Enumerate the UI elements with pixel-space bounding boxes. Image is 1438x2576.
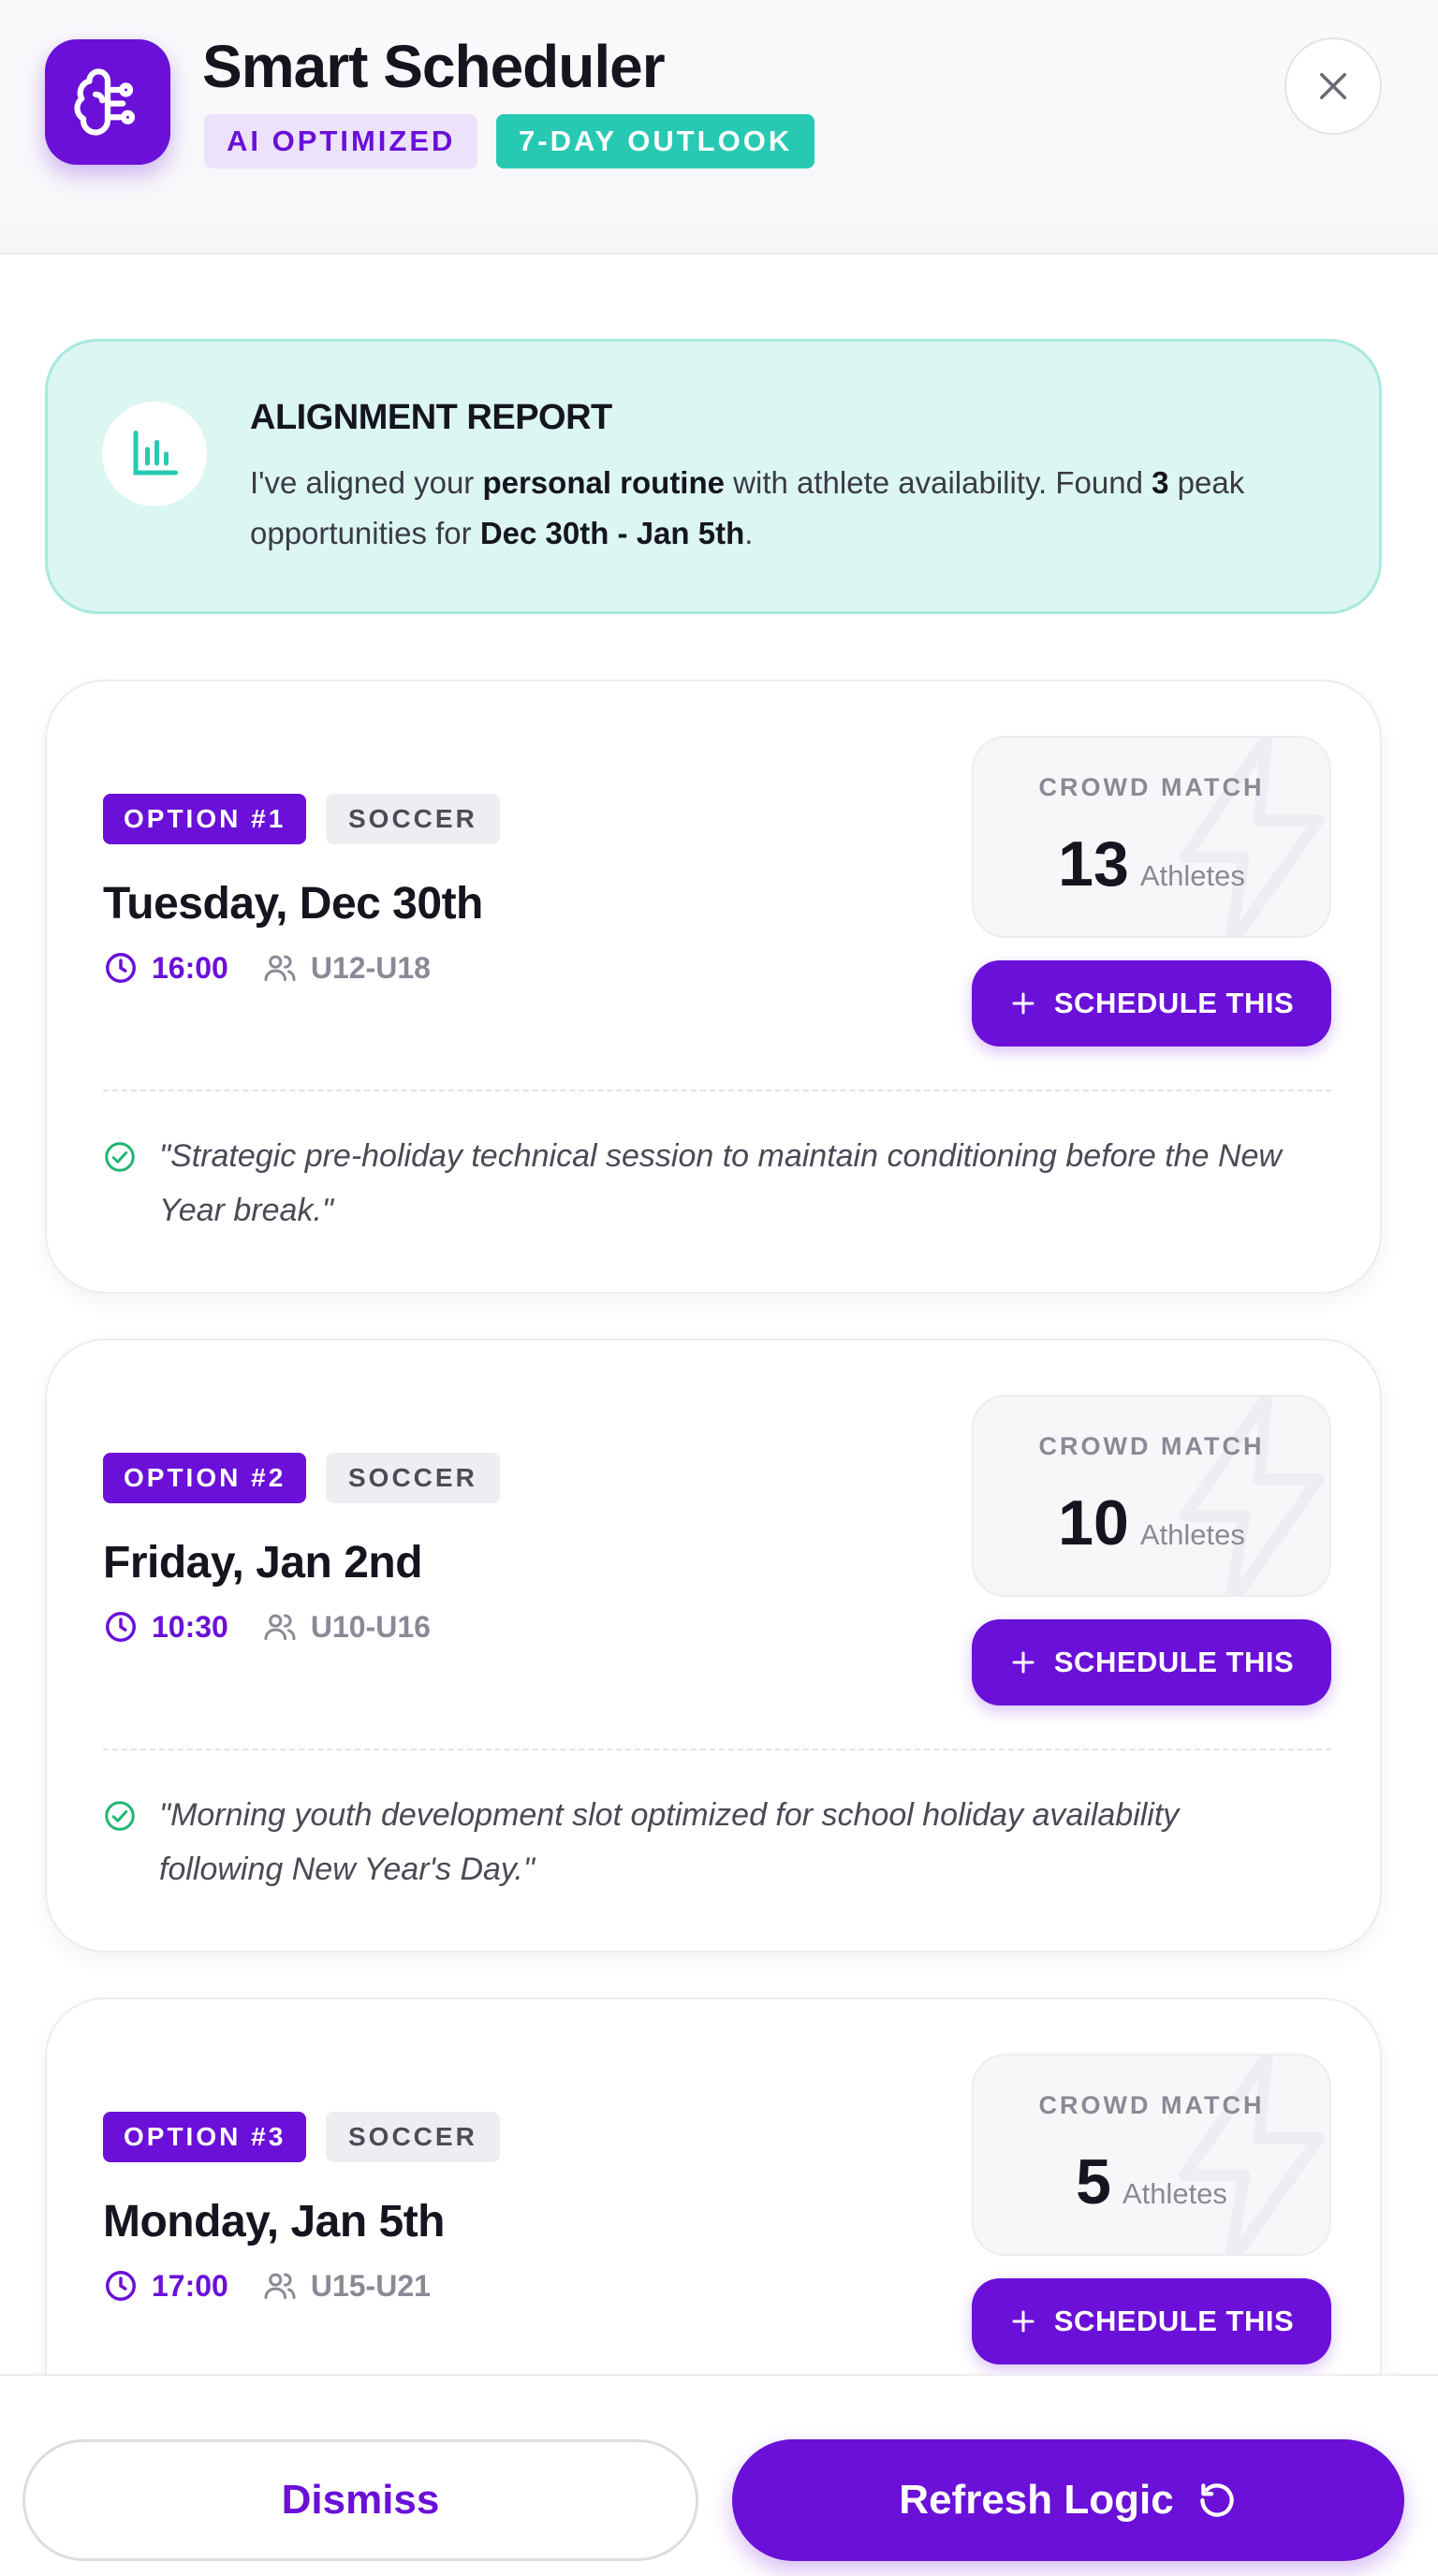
athlete-count: 13 (1058, 828, 1129, 900)
plus-icon (1012, 2310, 1034, 2333)
schedule-button-label: SCHEDULE THIS (1053, 1646, 1295, 1678)
athlete-count: 10 (1058, 1487, 1129, 1559)
option-time: 10:30 (152, 1609, 228, 1644)
ai-optimized-badge: AI OPTIMIZED (204, 114, 478, 168)
option-date: Tuesday, Dec 30th (103, 879, 483, 929)
divider (103, 1090, 1331, 1091)
option-rationale: "Strategic pre-holiday technical session… (159, 1138, 1282, 1228)
close-icon (1320, 73, 1346, 99)
clock-icon (106, 953, 136, 983)
option-rationale: "Morning youth development slot optimize… (159, 1797, 1180, 1887)
schedule-this-button[interactable]: SCHEDULE THIS (972, 1619, 1331, 1705)
athlete-unit: Athletes (1122, 2177, 1227, 2210)
crowd-match-label: CROWD MATCH (1038, 2091, 1265, 2119)
option-age-range: U15-U21 (310, 2268, 431, 2303)
dismiss-button[interactable]: Dismiss (22, 2439, 698, 2561)
refresh-button-label: Refresh Logic (899, 2477, 1174, 2523)
crowd-match-box: CROWD MATCH 5 Athletes (972, 2054, 1331, 2256)
option-card-2: OPTION #2 SOCCER Friday, Jan 2nd 10:30 U… (45, 1339, 1382, 1953)
plus-icon (1012, 992, 1034, 1015)
clock-icon (106, 1612, 136, 1642)
athlete-unit: Athletes (1139, 1518, 1245, 1551)
crowd-match-value: 5 Athletes (974, 2145, 1329, 2218)
report-title: ALIGNMENT REPORT (250, 398, 612, 437)
sport-badge: SOCCER (326, 1453, 500, 1503)
clock-icon (106, 2271, 136, 2301)
option-meta: 17:00 U15-U21 (103, 2263, 431, 2308)
option-badge: OPTION #2 (103, 1453, 307, 1503)
footer-action-bar: Dismiss Refresh Logic (0, 2374, 1438, 2576)
divider (103, 1749, 1331, 1750)
option-date: Monday, Jan 5th (103, 2197, 446, 2247)
option-time: 17:00 (152, 2268, 228, 2303)
check-circle-icon (105, 1142, 135, 1172)
schedule-this-button[interactable]: SCHEDULE THIS (972, 2278, 1331, 2364)
crowd-match-value: 13 Athletes (974, 827, 1329, 900)
crowd-match-label: CROWD MATCH (1038, 773, 1265, 801)
header: Smart Scheduler AI OPTIMIZED 7-DAY OUTLO… (0, 0, 1438, 255)
crowd-match-box: CROWD MATCH 10 Athletes (972, 1395, 1331, 1597)
option-age-range: U10-U16 (310, 1609, 431, 1644)
option-card-1: OPTION #1 SOCCER Tuesday, Dec 30th 16:00… (45, 680, 1382, 1294)
check-circle-icon (105, 1801, 135, 1831)
sport-badge: SOCCER (326, 794, 500, 844)
report-text: I've aligned your personal routine with … (250, 465, 1245, 550)
option-date: Friday, Jan 2nd (103, 1538, 423, 1588)
schedule-this-button[interactable]: SCHEDULE THIS (972, 960, 1331, 1046)
refresh-icon (1199, 2483, 1234, 2517)
sport-badge: SOCCER (326, 2112, 500, 2162)
users-icon (264, 955, 296, 982)
close-button[interactable] (1284, 37, 1382, 135)
option-time: 16:00 (152, 950, 228, 985)
alignment-report: ALIGNMENT REPORT I've aligned your perso… (45, 339, 1382, 614)
option-meta: 10:30 U10-U16 (103, 1604, 431, 1649)
users-icon (264, 2273, 296, 2300)
schedule-button-label: SCHEDULE THIS (1053, 987, 1295, 1019)
crowd-match-label: CROWD MATCH (1038, 1432, 1265, 1460)
option-badge: OPTION #1 (103, 794, 307, 844)
option-badge: OPTION #3 (103, 2112, 307, 2162)
plus-icon (1012, 1651, 1034, 1674)
users-icon (264, 1614, 296, 1641)
option-age-range: U12-U18 (310, 950, 431, 985)
athlete-count: 5 (1076, 2146, 1111, 2217)
refresh-logic-button[interactable]: Refresh Logic (732, 2439, 1404, 2561)
brain-icon (45, 39, 170, 165)
app-title: Smart Scheduler (202, 33, 666, 100)
option-meta: 16:00 U12-U18 (103, 945, 431, 990)
crowd-match-box: CROWD MATCH 13 Athletes (972, 736, 1331, 938)
schedule-button-label: SCHEDULE THIS (1053, 2305, 1295, 2337)
seven-day-outlook-badge: 7-DAY OUTLOOK (496, 114, 815, 168)
bar-chart-icon (102, 402, 207, 506)
crowd-match-value: 10 Athletes (974, 1486, 1329, 1559)
athlete-unit: Athletes (1139, 859, 1245, 892)
